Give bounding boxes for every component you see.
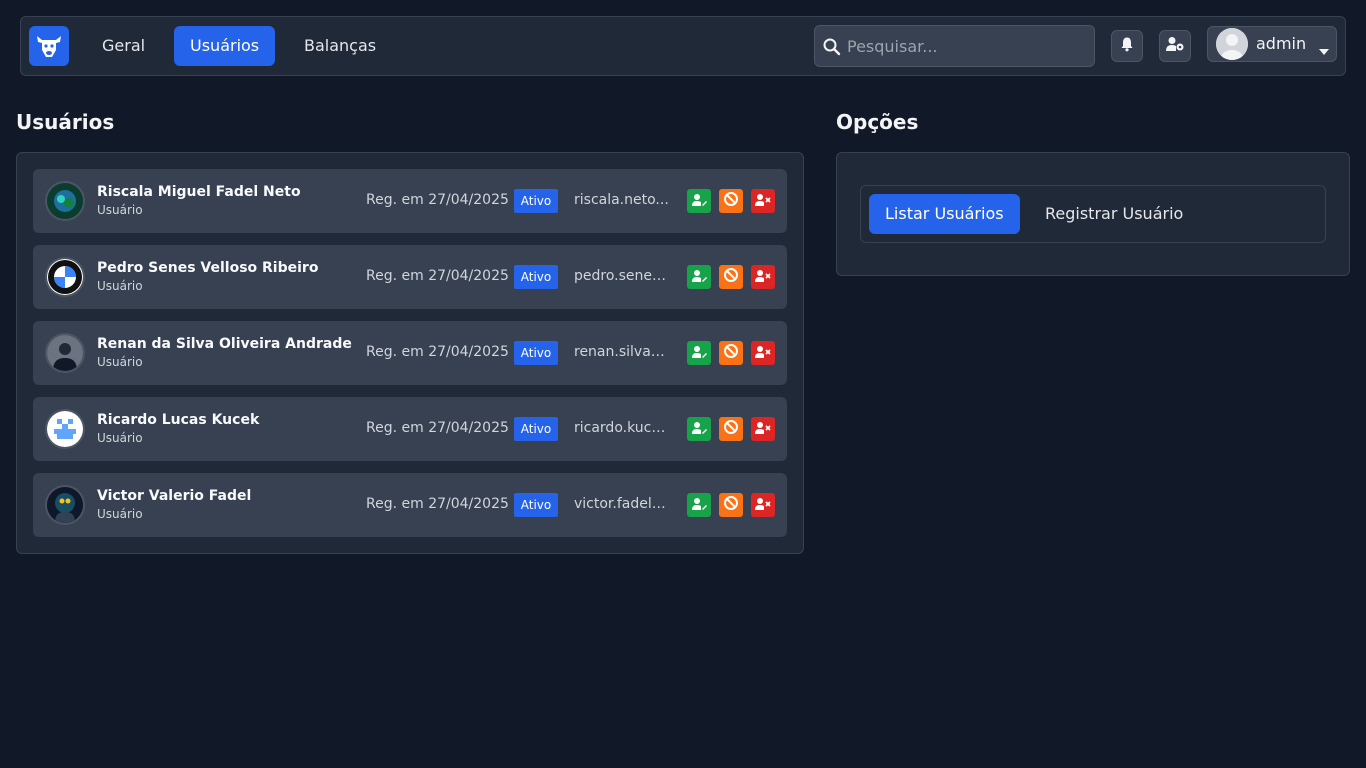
top-navbar: Geral Usuários Balanças admin (20, 16, 1346, 76)
user-remove-icon (754, 420, 772, 439)
user-avatar[interactable] (45, 485, 85, 525)
status-badge: Ativo (514, 189, 558, 213)
user-name: admin (1256, 34, 1307, 53)
block-user-button[interactable] (719, 265, 743, 289)
user-remove-icon (754, 344, 772, 363)
user-avatar[interactable] (45, 333, 85, 373)
user-edit-icon (691, 192, 707, 211)
caret-down-icon (1318, 41, 1330, 60)
user-email: ricardo.kuce... (574, 420, 672, 436)
notifications-button[interactable] (1111, 30, 1143, 62)
user-email: riscala.neto... (574, 192, 669, 208)
ban-icon (723, 419, 739, 439)
user-role: Usuário (97, 279, 143, 293)
search-box (814, 25, 1095, 67)
user-avatar[interactable] (45, 181, 85, 221)
user-registered-date: Reg. em 27/04/2025 (366, 268, 509, 284)
user-row: Riscala Miguel Fadel Neto Usuário Reg. e… (33, 169, 787, 233)
edit-user-button[interactable] (687, 265, 711, 289)
user-role: Usuário (97, 507, 143, 521)
status-badge: Ativo (514, 341, 558, 365)
edit-user-button[interactable] (687, 493, 711, 517)
edit-user-button[interactable] (687, 341, 711, 365)
nav-link-balancas[interactable]: Balanças (288, 26, 392, 66)
user-remove-icon (754, 192, 772, 211)
user-registered-date: Reg. em 27/04/2025 (366, 192, 509, 208)
user-name: Ricardo Lucas Kucek (97, 412, 260, 428)
user-email: victor.fadel@... (574, 496, 672, 512)
block-user-button[interactable] (719, 493, 743, 517)
nav-link-usuarios[interactable]: Usuários (174, 26, 276, 66)
user-row: Ricardo Lucas Kucek Usuário Reg. em 27/0… (33, 397, 787, 461)
user-avatar[interactable] (45, 409, 85, 449)
user-avatar[interactable] (45, 257, 85, 297)
delete-user-button[interactable] (751, 189, 775, 213)
delete-user-button[interactable] (751, 341, 775, 365)
ban-icon (723, 191, 739, 211)
user-remove-icon (754, 268, 772, 287)
user-edit-icon (691, 268, 707, 287)
ban-icon (723, 495, 739, 515)
bull-logo-icon[interactable] (29, 26, 69, 66)
user-name: Renan da Silva Oliveira Andrade (97, 336, 352, 352)
user-menu[interactable]: admin (1207, 26, 1337, 62)
search-input[interactable] (847, 26, 1087, 66)
block-user-button[interactable] (719, 341, 743, 365)
user-registered-date: Reg. em 27/04/2025 (366, 420, 509, 436)
user-edit-icon (691, 420, 707, 439)
user-email: pedro.senes... (574, 268, 672, 284)
user-role: Usuário (97, 431, 143, 445)
block-user-button[interactable] (719, 189, 743, 213)
delete-user-button[interactable] (751, 417, 775, 441)
user-gear-icon (1165, 36, 1185, 56)
list-users-button[interactable]: Listar Usuários (869, 194, 1020, 234)
status-badge: Ativo (514, 417, 558, 441)
edit-user-button[interactable] (687, 189, 711, 213)
user-role: Usuário (97, 203, 143, 217)
status-badge: Ativo (514, 493, 558, 517)
edit-user-button[interactable] (687, 417, 711, 441)
options-section-title: Opções (836, 110, 919, 134)
user-avatar-icon (1216, 28, 1248, 60)
user-edit-icon (691, 344, 707, 363)
block-user-button[interactable] (719, 417, 743, 441)
options-panel: Listar Usuários Registrar Usuário (836, 152, 1350, 276)
user-role: Usuário (97, 355, 143, 369)
user-registered-date: Reg. em 27/04/2025 (366, 496, 509, 512)
status-badge: Ativo (514, 265, 558, 289)
delete-user-button[interactable] (751, 265, 775, 289)
user-row: Victor Valerio Fadel Usuário Reg. em 27/… (33, 473, 787, 537)
user-edit-icon (691, 496, 707, 515)
user-registered-date: Reg. em 27/04/2025 (366, 344, 509, 360)
users-section-title: Usuários (16, 110, 115, 134)
options-tab-group: Listar Usuários Registrar Usuário (860, 185, 1326, 243)
nav-link-geral[interactable]: Geral (86, 26, 161, 66)
users-list-panel: Riscala Miguel Fadel Neto Usuário Reg. e… (16, 152, 804, 554)
ban-icon (723, 267, 739, 287)
search-icon (823, 38, 841, 60)
user-email: renan.silva3... (574, 344, 672, 360)
user-row: Renan da Silva Oliveira Andrade Usuário … (33, 321, 787, 385)
delete-user-button[interactable] (751, 493, 775, 517)
user-name: Pedro Senes Velloso Ribeiro (97, 260, 319, 276)
ban-icon (723, 343, 739, 363)
user-name: Victor Valerio Fadel (97, 488, 252, 504)
register-user-button[interactable]: Registrar Usuário (1029, 194, 1199, 234)
user-remove-icon (754, 496, 772, 515)
user-row: Pedro Senes Velloso Ribeiro Usuário Reg.… (33, 245, 787, 309)
bell-icon (1119, 36, 1135, 56)
user-settings-button[interactable] (1159, 30, 1191, 62)
user-name: Riscala Miguel Fadel Neto (97, 184, 301, 200)
